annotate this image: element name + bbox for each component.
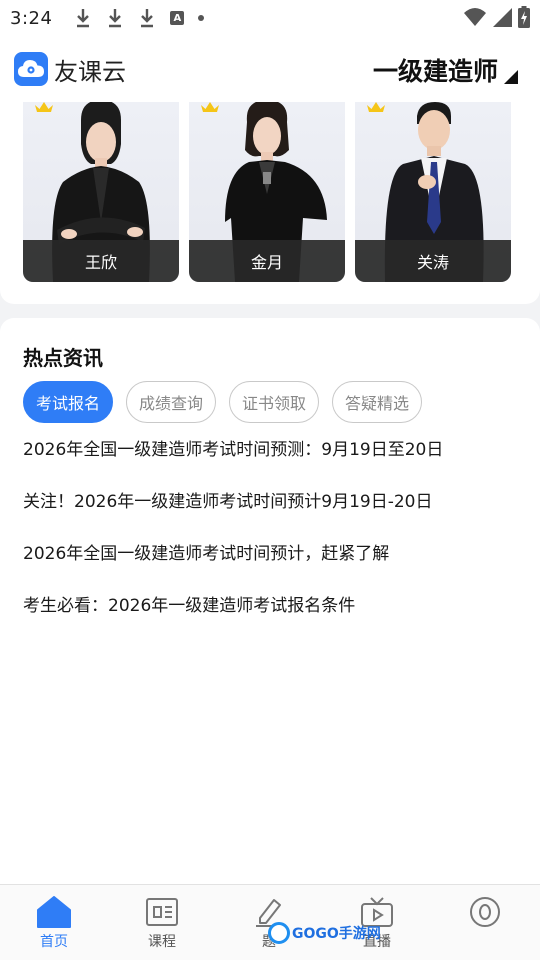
- teacher-name: 金月: [189, 240, 345, 282]
- download-icon: [74, 7, 92, 29]
- nav-home[interactable]: 首页: [14, 885, 94, 960]
- news-list: 2026年全国一级建造师考试时间预测：9月19日至20日 关注！2026年一级建…: [23, 436, 523, 644]
- nav-home-label: 首页: [40, 934, 68, 950]
- dropdown-triangle-icon: [504, 70, 518, 84]
- tab-score-inquiry[interactable]: 成绩查询: [126, 381, 217, 423]
- news-section-title: 热点资讯: [23, 346, 103, 370]
- teacher-card[interactable]: 金月: [189, 102, 345, 282]
- download-icon: [106, 7, 124, 29]
- teacher-section: 王欣 金月 关涛: [0, 102, 540, 304]
- download-icon: [138, 7, 156, 29]
- battery-icon: [518, 6, 530, 28]
- app-screen: 3:24 A 友课云 一级建造师 王欣 金月 关涛 热点资讯 考试报名 成绩查询…: [0, 0, 540, 960]
- exam-type-label: 一级建造师: [372, 57, 498, 86]
- notification-icons: A: [74, 7, 205, 29]
- course-icon: [144, 895, 180, 929]
- teacher-list: 王欣 金月 关涛: [23, 102, 511, 282]
- app-header: 友课云 一级建造师: [0, 36, 540, 102]
- exam-type-selector[interactable]: 一级建造师: [373, 52, 518, 88]
- watermark-circle-icon: [268, 922, 290, 944]
- brand-name: 友课云: [54, 57, 126, 86]
- nav-course[interactable]: 课程: [122, 885, 202, 960]
- status-time: 3:24: [10, 7, 53, 29]
- news-section: 热点资讯 考试报名 成绩查询 证书领取 答疑精选 2026年全国一级建造师考试时…: [0, 318, 540, 884]
- news-item[interactable]: 2026年全国一级建造师考试时间预计，赶紧了解: [23, 540, 523, 592]
- status-bar: 3:24 A: [0, 0, 540, 36]
- news-item[interactable]: 考生必看：2026年一级建造师考试报名条件: [23, 592, 523, 644]
- watermark-logo: GOGO手游网: [268, 922, 381, 944]
- a-icon: A: [170, 11, 185, 25]
- teacher-card[interactable]: 关涛: [355, 102, 511, 282]
- tab-exam-registration[interactable]: 考试报名: [23, 381, 114, 423]
- wifi-icon: [464, 8, 486, 26]
- home-icon: [36, 895, 72, 929]
- teacher-name: 关涛: [355, 240, 511, 282]
- nav-profile[interactable]: [445, 885, 525, 960]
- watermark-text: GOGO手游网: [292, 926, 381, 942]
- teacher-card[interactable]: 王欣: [23, 102, 179, 282]
- news-item[interactable]: 2026年全国一级建造师考试时间预测：9月19日至20日: [23, 436, 523, 488]
- nav-course-label: 课程: [148, 934, 176, 950]
- signal-icon: [493, 8, 512, 27]
- tab-qa-selection[interactable]: 答疑精选: [332, 381, 423, 423]
- tab-certificate-collection[interactable]: 证书领取: [229, 381, 320, 423]
- news-item[interactable]: 关注！2026年一级建造师考试时间预计9月19日-20日: [23, 488, 523, 540]
- news-tabs: 考试报名 成绩查询 证书领取 答疑精选: [23, 381, 423, 423]
- cloud-logo-icon: [18, 60, 44, 77]
- profile-icon: [467, 895, 503, 929]
- dot-icon: [198, 15, 205, 21]
- teacher-name: 王欣: [23, 240, 179, 282]
- app-logo: [14, 52, 48, 86]
- system-icons: [464, 6, 530, 28]
